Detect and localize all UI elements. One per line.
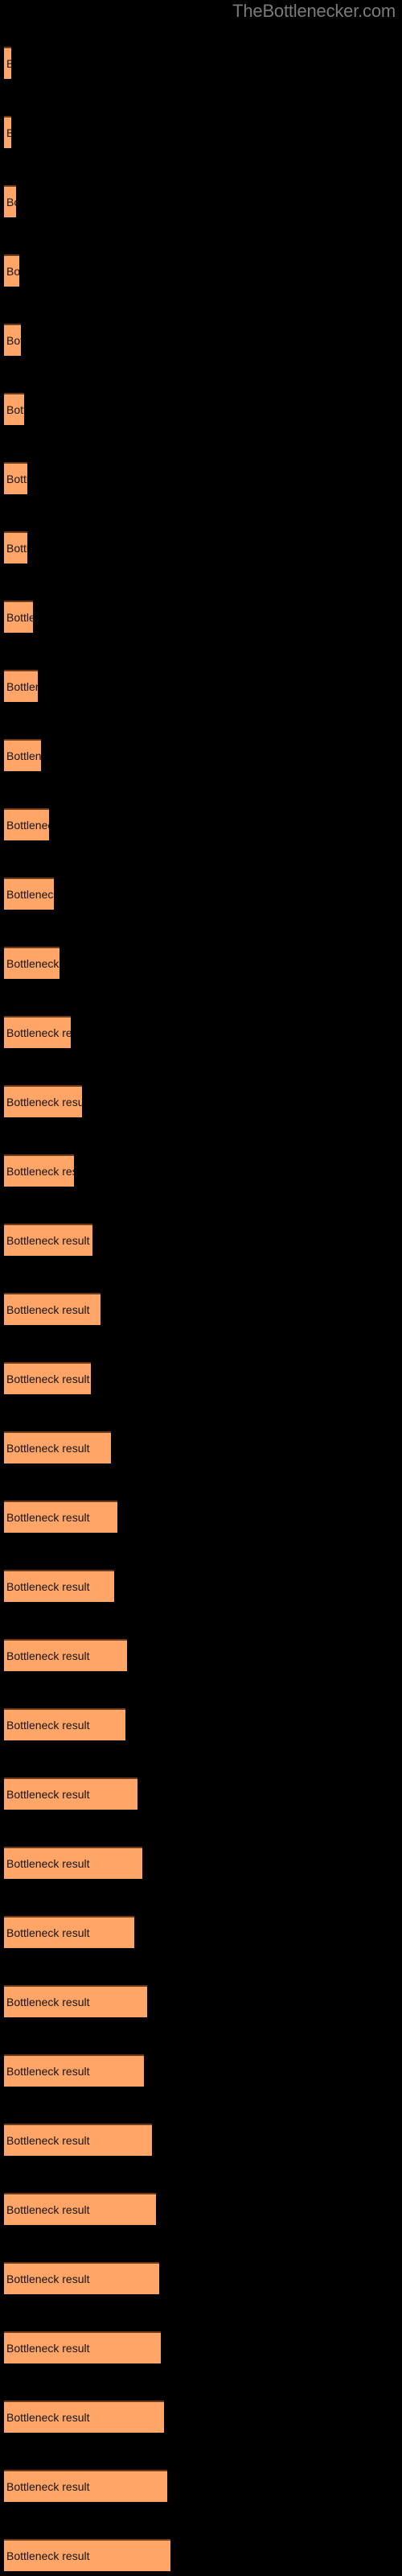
bar-label: Bottleneck result xyxy=(6,680,38,693)
bar-label: Bottleneck result xyxy=(6,1649,90,1662)
bar: Bottleneck result xyxy=(4,1085,82,1117)
bar-label: Bottleneck result xyxy=(6,1373,90,1385)
bar: Bottleneck result xyxy=(4,2401,164,2433)
bar-label: Bottleneck result xyxy=(6,1026,71,1039)
bar: Bottleneck result xyxy=(4,739,41,771)
bar-label: Bottleneck result xyxy=(6,1234,90,1247)
bar-label: Bottleneck result xyxy=(6,2480,90,2493)
bar: Bottleneck result xyxy=(4,254,19,287)
bar-label: Bottleneck result xyxy=(6,196,16,208)
bar-label: Bottleneck result xyxy=(6,2273,90,2285)
bar-label: Bottleneck result xyxy=(6,403,24,416)
bar-label: Bottleneck result xyxy=(6,611,33,624)
bar-label: Bottleneck result xyxy=(6,265,19,278)
bar-label: Bottleneck result xyxy=(6,1096,82,1108)
bar: Bottleneck result xyxy=(4,601,33,633)
bar: Bottleneck result xyxy=(4,2193,156,2225)
bar-label: Bottleneck result xyxy=(6,473,27,485)
bar: Bottleneck result xyxy=(4,670,38,702)
bar-label: Bottleneck result xyxy=(6,2065,90,2078)
bar: Bottleneck result xyxy=(4,2262,159,2294)
bar: Bottleneck result xyxy=(4,1708,125,1740)
bar: Bottleneck result xyxy=(4,947,59,979)
bar: Bottleneck result xyxy=(4,1501,117,1533)
bar-label: Bottleneck result xyxy=(6,1511,90,1524)
bar-label: Bottleneck result xyxy=(6,2203,90,2216)
bar-label: Bottleneck result xyxy=(6,1719,90,1732)
bar-label: Bottleneck result xyxy=(6,57,11,70)
bar-label: Bottleneck result xyxy=(6,1857,90,1870)
bar-chart: TheBottlenecker.com Bottleneck resultBot… xyxy=(0,0,402,2576)
bar-label: Bottleneck result xyxy=(6,1303,90,1316)
bar-label: Bottleneck result xyxy=(6,1788,90,1801)
bar-label: Bottleneck result xyxy=(6,1996,90,2008)
bar: Bottleneck result xyxy=(4,1362,91,1394)
bar: Bottleneck result xyxy=(4,462,27,494)
bar: Bottleneck result xyxy=(4,877,54,910)
bar: Bottleneck result xyxy=(4,1224,92,1256)
bar-label: Bottleneck result xyxy=(6,542,27,555)
bar-label: Bottleneck result xyxy=(6,334,21,347)
bar: Bottleneck result xyxy=(4,1154,74,1187)
bars-container: Bottleneck result Bottleneck result Bottle… xyxy=(0,0,402,2576)
bar: Bottleneck result xyxy=(4,1431,111,1463)
bar: Bottleneck result xyxy=(4,324,21,356)
bar: Bottleneck result xyxy=(4,1847,142,1879)
bar-label: Bottleneck result xyxy=(6,2411,90,2424)
bar-label: Bottleneck result xyxy=(6,957,59,970)
bar: Bottleneck result xyxy=(4,531,27,564)
bar: Bottleneck result xyxy=(4,2539,170,2571)
bar: Bottleneck result xyxy=(4,1570,114,1602)
bar: Bottleneck result xyxy=(4,1985,147,2017)
bar-label: Bottleneck result xyxy=(6,2342,90,2355)
bar-label: Bottleneck result xyxy=(6,888,54,901)
bar-label: Bottleneck result xyxy=(6,2134,90,2147)
bar: Bottleneck result xyxy=(4,2470,167,2502)
bar: Bottleneck result xyxy=(4,185,16,217)
bar-label: Bottleneck result xyxy=(6,126,11,139)
bar-label: Bottleneck result xyxy=(6,1442,90,1455)
bar: Bottleneck result xyxy=(4,2054,144,2087)
bar: Bottleneck result xyxy=(4,2331,161,2363)
bar-label: Bottleneck result xyxy=(6,819,49,832)
bar: Bottleneck result xyxy=(4,2124,152,2156)
bar: Bottleneck result xyxy=(4,808,49,840)
bar: Bottleneck result xyxy=(4,116,11,148)
bar: Bottleneck result xyxy=(4,1016,71,1048)
bar-label: Bottleneck result xyxy=(6,2549,90,2562)
bar: Bottleneck result xyxy=(4,1916,134,1948)
bar-label: Bottleneck result xyxy=(6,1926,90,1939)
bar: Bottleneck result xyxy=(4,393,24,425)
bar-label: Bottleneck result xyxy=(6,1165,74,1178)
bar: Bottleneck result xyxy=(4,1639,127,1671)
bar: Bottleneck result xyxy=(4,1777,137,1810)
bar: Bottleneck result xyxy=(4,1293,100,1325)
bar-label: Bottleneck result xyxy=(6,749,41,762)
bar-label: Bottleneck result xyxy=(6,1580,90,1593)
bar: Bottleneck result xyxy=(4,47,11,79)
